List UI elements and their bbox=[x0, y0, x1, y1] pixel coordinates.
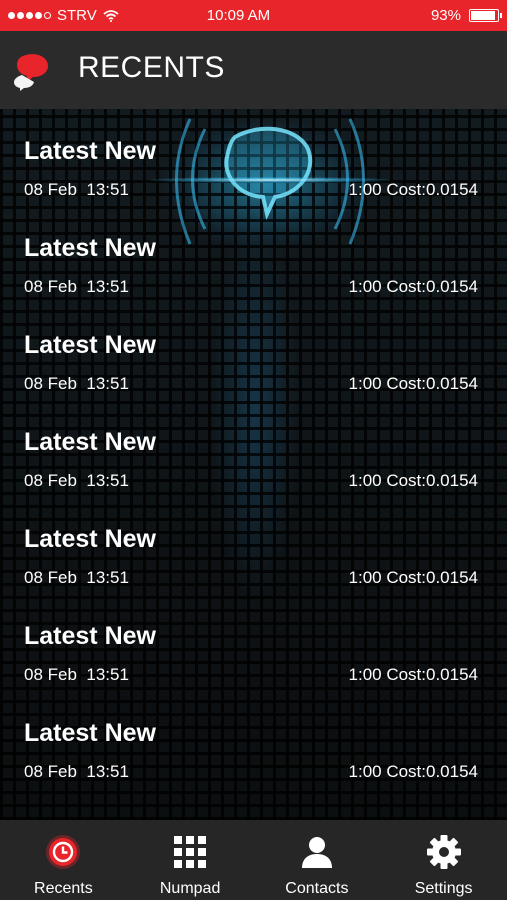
recent-call-name: Latest New bbox=[24, 234, 156, 262]
recent-call-item[interactable]: Latest New 08 Feb 13:51 1:00 Cost:0.0154 bbox=[0, 691, 507, 788]
recent-call-duration-cost: 1:00 Cost:0.0154 bbox=[348, 180, 478, 199]
recent-call-date: 08 Feb bbox=[24, 180, 77, 199]
tab-contacts[interactable]: Contacts bbox=[254, 820, 381, 900]
recent-call-datetime: 08 Feb 13:51 bbox=[24, 568, 129, 588]
keypad-grid-icon bbox=[172, 834, 208, 870]
recent-call-datetime: 08 Feb 13:51 bbox=[24, 180, 129, 200]
status-time: 10:09 AM bbox=[206, 7, 271, 24]
recent-call-name: Latest New bbox=[24, 428, 156, 456]
recent-call-item[interactable]: Latest New 08 Feb 13:51 1:00 Cost:0.0154 bbox=[0, 400, 507, 497]
battery-icon bbox=[469, 9, 502, 22]
tab-numpad-label: Numpad bbox=[159, 880, 221, 897]
tab-settings[interactable]: Settings bbox=[380, 820, 507, 900]
recent-call-item[interactable]: Latest New 08 Feb 13:51 1:00 Cost:0.0154 bbox=[0, 497, 507, 594]
wifi-icon bbox=[103, 9, 119, 22]
recent-call-date: 08 Feb bbox=[24, 762, 77, 781]
recent-call-duration-cost: 1:00 Cost:0.0154 bbox=[348, 471, 478, 490]
recents-list: Latest New 08 Feb 13:51 1:00 Cost:0.0154 La… bbox=[0, 109, 507, 788]
recent-call-date: 08 Feb bbox=[24, 374, 77, 393]
recent-call-item[interactable]: Latest New 08 Feb 13:51 1:00 Cost:0.0154 bbox=[0, 206, 507, 303]
recent-call-duration-cost: 1:00 Cost:0.0154 bbox=[348, 568, 478, 587]
recent-call-datetime: 08 Feb 13:51 bbox=[24, 374, 129, 394]
recent-call-duration-cost: 1:00 Cost:0.0154 bbox=[348, 762, 478, 781]
recent-call-datetime: 08 Feb 13:51 bbox=[24, 665, 129, 685]
status-right: 93% bbox=[329, 7, 502, 24]
recent-call-datetime: 08 Feb 13:51 bbox=[24, 277, 129, 297]
recent-call-item[interactable]: Latest New 08 Feb 13:51 1:00 Cost:0.0154 bbox=[0, 109, 507, 206]
status-bar: STRV 10:09 AM 93% bbox=[0, 0, 507, 31]
signal-strength-icon bbox=[8, 12, 51, 19]
recent-call-name: Latest New bbox=[24, 137, 156, 165]
recent-call-name: Latest New bbox=[24, 622, 156, 650]
recent-call-duration-cost: 1:00 Cost:0.0154 bbox=[348, 277, 478, 296]
recent-call-date: 08 Feb bbox=[24, 471, 77, 490]
recent-call-time: 13:51 bbox=[86, 180, 129, 199]
recent-call-date: 08 Feb bbox=[24, 277, 77, 296]
recent-call-date: 08 Feb bbox=[24, 665, 77, 684]
gear-icon bbox=[426, 834, 462, 870]
recent-call-time: 13:51 bbox=[86, 568, 129, 587]
person-icon bbox=[299, 834, 335, 870]
tab-recents[interactable]: Recents bbox=[0, 820, 127, 900]
recent-call-date: 08 Feb bbox=[24, 568, 77, 587]
recent-call-name: Latest New bbox=[24, 525, 156, 553]
recent-call-time: 13:51 bbox=[86, 762, 129, 781]
tab-numpad[interactable]: Numpad bbox=[127, 820, 254, 900]
recent-call-time: 13:51 bbox=[86, 471, 129, 490]
recent-call-time: 13:51 bbox=[86, 277, 129, 296]
recents-panel[interactable]: Latest New 08 Feb 13:51 1:00 Cost:0.0154 La… bbox=[0, 109, 507, 820]
tab-recents-label: Recents bbox=[34, 880, 93, 897]
recent-call-name: Latest New bbox=[24, 719, 156, 747]
bottom-tab-bar: Recents Numpad Contacts Settings bbox=[0, 820, 507, 900]
recent-call-datetime: 08 Feb 13:51 bbox=[24, 762, 129, 782]
recent-call-item[interactable]: Latest New 08 Feb 13:51 1:00 Cost:0.0154 bbox=[0, 594, 507, 691]
recent-call-duration-cost: 1:00 Cost:0.0154 bbox=[348, 665, 478, 684]
recent-call-time: 13:51 bbox=[86, 665, 129, 684]
recent-call-time: 13:51 bbox=[86, 374, 129, 393]
app-header: RECENTS bbox=[0, 31, 507, 109]
tab-contacts-label: Contacts bbox=[285, 880, 349, 897]
recent-call-duration-cost: 1:00 Cost:0.0154 bbox=[348, 374, 478, 393]
chat-bubbles-icon bbox=[14, 54, 48, 91]
page-title: RECENTS bbox=[78, 51, 225, 84]
recent-call-item[interactable]: Latest New 08 Feb 13:51 1:00 Cost:0.0154 bbox=[0, 303, 507, 400]
battery-fill bbox=[471, 11, 496, 20]
clock-icon bbox=[45, 834, 81, 870]
recent-call-name: Latest New bbox=[24, 331, 156, 359]
battery-percent: 93% bbox=[430, 7, 461, 24]
carrier-name: STRV bbox=[57, 7, 97, 24]
phone-screen: STRV 10:09 AM 93% RECENTS Latest New 08 … bbox=[0, 0, 507, 900]
tab-settings-label: Settings bbox=[414, 880, 473, 897]
recent-call-datetime: 08 Feb 13:51 bbox=[24, 471, 129, 491]
